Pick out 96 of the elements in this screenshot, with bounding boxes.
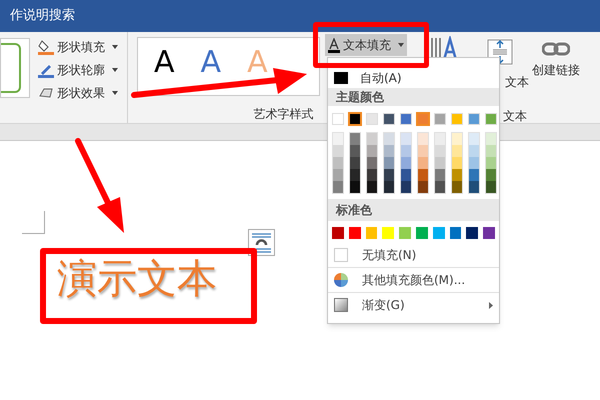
caret-icon bbox=[398, 43, 404, 47]
color-swatch[interactable] bbox=[450, 227, 462, 239]
automatic-color-item[interactable]: 自动(A) bbox=[328, 70, 499, 86]
color-swatch[interactable] bbox=[382, 227, 394, 239]
color-swatch[interactable] bbox=[417, 113, 429, 125]
shade-swatch[interactable] bbox=[401, 181, 411, 193]
shape-command-button[interactable]: 形状效果 bbox=[38, 84, 127, 102]
menu-section-header: 主题颜色 bbox=[328, 88, 499, 106]
shade-swatch[interactable] bbox=[418, 157, 428, 169]
shade-swatch[interactable] bbox=[435, 133, 445, 145]
shade-swatch[interactable] bbox=[401, 169, 411, 181]
menu-item[interactable]: 其他填充颜色(M)... bbox=[328, 268, 499, 292]
shade-swatch[interactable] bbox=[384, 145, 394, 157]
shade-swatch[interactable] bbox=[486, 157, 496, 169]
color-wheel-icon bbox=[334, 273, 348, 287]
shade-swatch[interactable] bbox=[401, 145, 411, 157]
shape-command-button[interactable]: 形状填充 bbox=[38, 38, 127, 56]
shade-swatch[interactable] bbox=[367, 145, 377, 157]
shade-swatch[interactable] bbox=[333, 181, 343, 193]
pencil-icon bbox=[38, 62, 54, 78]
color-swatch[interactable] bbox=[432, 227, 445, 239]
wordart-sample[interactable]: A bbox=[200, 48, 222, 78]
gradient-icon bbox=[334, 298, 348, 312]
shade-swatch[interactable] bbox=[350, 169, 360, 181]
shade-swatch[interactable] bbox=[469, 133, 479, 145]
color-swatch[interactable] bbox=[399, 227, 411, 239]
shade-swatch[interactable] bbox=[401, 133, 411, 145]
shade-swatch[interactable] bbox=[350, 181, 360, 193]
color-swatch[interactable] bbox=[349, 113, 361, 125]
shade-swatch[interactable] bbox=[350, 145, 360, 157]
shade-swatch[interactable] bbox=[333, 133, 343, 145]
shade-swatch[interactable] bbox=[486, 169, 496, 181]
menu-item[interactable]: 无填充(N) bbox=[328, 243, 499, 267]
menu-item[interactable]: 渐变(G) bbox=[328, 293, 499, 317]
shade-swatch[interactable] bbox=[384, 169, 394, 181]
shade-swatch[interactable] bbox=[384, 181, 394, 193]
shade-swatch[interactable] bbox=[469, 145, 479, 157]
shade-swatch[interactable] bbox=[452, 169, 462, 181]
shade-swatch[interactable] bbox=[452, 145, 462, 157]
shade-swatch[interactable] bbox=[333, 157, 343, 169]
shade-swatch[interactable] bbox=[333, 145, 343, 157]
layout-options-icon[interactable] bbox=[248, 229, 275, 256]
group-label: 文本 bbox=[503, 108, 527, 125]
shade-swatch[interactable] bbox=[418, 169, 428, 181]
shade-swatch[interactable] bbox=[469, 157, 479, 169]
wordart-sample[interactable]: A bbox=[154, 48, 175, 78]
margin-corner-mark bbox=[22, 211, 45, 234]
align-text-label[interactable]: 文本 bbox=[505, 73, 529, 91]
shade-swatch[interactable] bbox=[401, 157, 411, 169]
paint-bucket-icon bbox=[38, 39, 54, 55]
shade-swatch[interactable] bbox=[418, 181, 428, 193]
create-link-button[interactable]: 创建链接 bbox=[532, 61, 580, 79]
shade-swatch[interactable] bbox=[435, 157, 445, 169]
shade-swatch[interactable] bbox=[350, 157, 360, 169]
shape-command-button[interactable]: 形状轮廓 bbox=[38, 61, 127, 79]
group-label: 艺术字样式 bbox=[254, 106, 314, 123]
shade-swatch[interactable] bbox=[418, 133, 428, 145]
shade-swatch[interactable] bbox=[435, 145, 445, 157]
caret-icon bbox=[112, 68, 118, 72]
text-fill-button[interactable]: 文本填充 bbox=[325, 34, 407, 56]
shape-style-gallery[interactable] bbox=[0, 38, 30, 98]
submenu-arrow-icon bbox=[489, 302, 493, 308]
empty-swatch-icon bbox=[334, 248, 348, 262]
shade-swatch[interactable] bbox=[469, 181, 479, 193]
search-hint[interactable]: 作说明搜索 bbox=[10, 6, 75, 26]
shade-swatch[interactable] bbox=[350, 133, 360, 145]
color-swatch[interactable] bbox=[366, 227, 378, 239]
shade-swatch[interactable] bbox=[452, 133, 462, 145]
shade-swatch[interactable] bbox=[435, 181, 445, 193]
shade-swatch[interactable] bbox=[367, 169, 377, 181]
color-swatch[interactable] bbox=[483, 227, 495, 239]
shade-swatch[interactable] bbox=[486, 133, 496, 145]
caret-icon bbox=[112, 45, 118, 49]
color-swatch[interactable] bbox=[466, 227, 478, 239]
swatch-icon bbox=[334, 72, 348, 84]
text-color-icon bbox=[328, 38, 340, 52]
shade-swatch[interactable] bbox=[469, 169, 479, 181]
shade-swatch[interactable] bbox=[333, 169, 343, 181]
shade-swatch[interactable] bbox=[367, 157, 377, 169]
shade-swatch[interactable] bbox=[384, 157, 394, 169]
shade-swatch[interactable] bbox=[452, 157, 462, 169]
shade-swatch[interactable] bbox=[367, 181, 377, 193]
shade-swatch[interactable] bbox=[418, 145, 428, 157]
shade-swatch[interactable] bbox=[435, 169, 445, 181]
shade-swatch[interactable] bbox=[452, 181, 462, 193]
menu-section-header: 标准色 bbox=[328, 199, 499, 221]
color-swatch[interactable] bbox=[416, 227, 428, 239]
shade-swatch[interactable] bbox=[486, 181, 496, 193]
link-icon bbox=[542, 42, 570, 56]
shape-effects-icon bbox=[38, 86, 54, 100]
color-swatch[interactable] bbox=[332, 227, 344, 239]
caret-icon bbox=[112, 91, 118, 95]
color-swatch[interactable] bbox=[348, 227, 361, 239]
shade-swatch[interactable] bbox=[367, 133, 377, 145]
shade-swatch[interactable] bbox=[486, 145, 496, 157]
shade-swatch[interactable] bbox=[384, 133, 394, 145]
